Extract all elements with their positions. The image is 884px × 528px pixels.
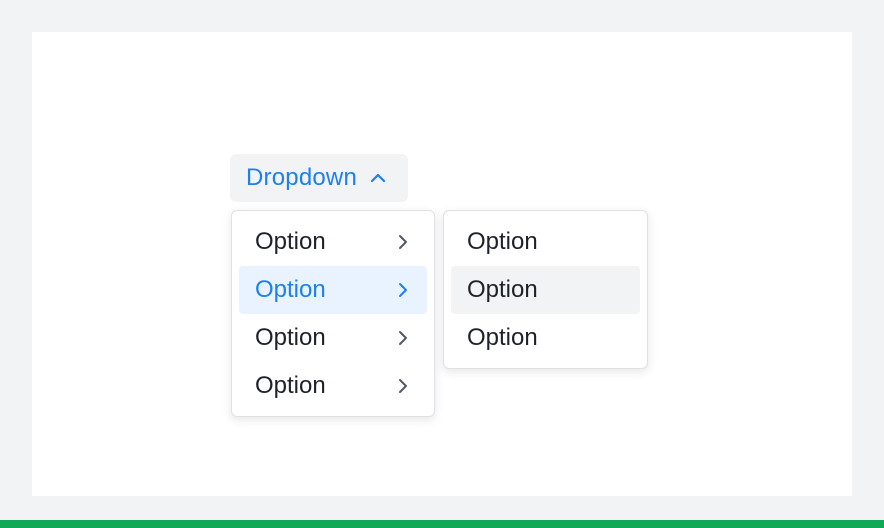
submenu-item-label: Option <box>467 324 538 351</box>
submenu-item-label: Option <box>467 228 538 255</box>
bottom-accent-bar <box>0 520 884 528</box>
submenu-item-label: Option <box>467 276 538 303</box>
submenu-item-option-3[interactable]: Option <box>451 314 640 362</box>
canvas <box>32 32 852 496</box>
menu-item-option-2[interactable]: Option <box>239 266 427 314</box>
submenu-item-option-2[interactable]: Option <box>451 266 640 314</box>
dropdown-trigger-button[interactable]: Dropdown <box>230 154 408 202</box>
menu-item-option-4[interactable]: Option <box>239 362 427 410</box>
dropdown-menu: Option Option Option Option <box>231 210 435 417</box>
menu-item-label: Option <box>255 324 326 351</box>
menu-item-option-3[interactable]: Option <box>239 314 427 362</box>
menu-item-label: Option <box>255 228 326 255</box>
menu-item-label: Option <box>255 276 326 303</box>
chevron-right-icon <box>395 330 411 346</box>
menu-item-option-1[interactable]: Option <box>239 218 427 266</box>
chevron-right-icon <box>395 378 411 394</box>
chevron-right-icon <box>395 282 411 298</box>
menu-item-label: Option <box>255 372 326 399</box>
dropdown-label: Dropdown <box>246 164 357 191</box>
dropdown-submenu: Option Option Option <box>443 210 648 369</box>
chevron-right-icon <box>395 234 411 250</box>
submenu-item-option-1[interactable]: Option <box>451 218 640 266</box>
chevron-up-icon <box>369 169 387 187</box>
